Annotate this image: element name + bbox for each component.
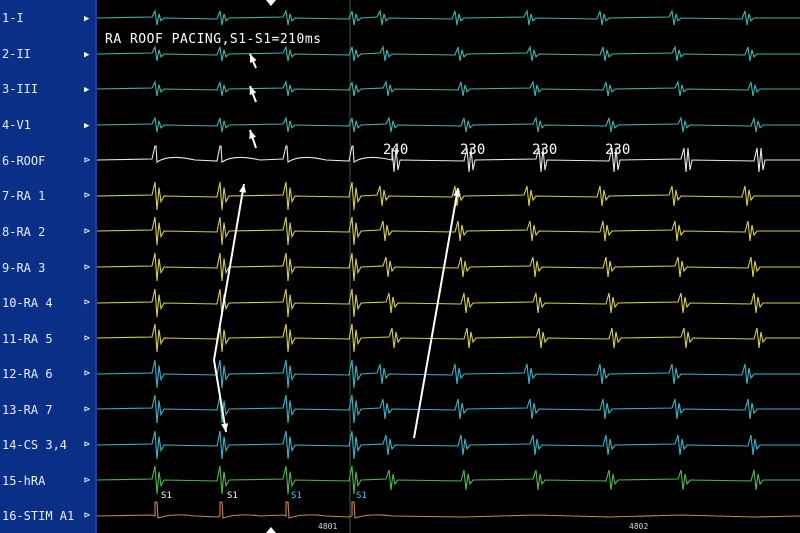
stim-label: S1 (356, 491, 367, 501)
stim-label: S1 (291, 491, 302, 501)
channel-label: 4-V1 (2, 118, 31, 132)
channel-waveform (97, 145, 800, 173)
channel-label: 3-III (2, 82, 39, 96)
channel-waveform (97, 430, 800, 460)
channel-waveform (97, 323, 800, 353)
channel-waveform (97, 181, 800, 211)
pointer-arrow-head (249, 130, 256, 139)
channel-waveform (97, 80, 800, 97)
channel-waveform (97, 465, 800, 495)
channel-label: 6-ROOF (2, 154, 46, 168)
channel-expand-icon[interactable]: ▶ (84, 120, 89, 132)
interval-label: 230 (460, 142, 486, 158)
channel-label: 2-II (2, 47, 31, 61)
channel-waveform (97, 116, 800, 133)
activation-arrow (213, 183, 245, 361)
channel-settings-icon[interactable]: ⊳ (84, 510, 90, 522)
channel-label: 16-STIM A1 (2, 509, 75, 523)
channel-label: 9-RA 3 (2, 261, 46, 275)
channel-label: 15-hRA (2, 474, 46, 488)
interval-label: 230 (605, 142, 631, 158)
channel-label: 1-I (2, 11, 24, 25)
channel-settings-icon[interactable]: ⊳ (84, 404, 90, 416)
ecg-trace-area (97, 0, 800, 533)
sweep-marker-top-icon[interactable] (266, 0, 276, 6)
interval-label: 230 (532, 142, 558, 158)
channel-settings-icon[interactable]: ⊳ (84, 333, 90, 345)
channel-settings-icon[interactable]: ⊳ (84, 475, 90, 487)
channel-settings-icon[interactable]: ⊳ (84, 190, 90, 202)
pacing-annotation: RA ROOF PACING,S1-S1=210ms (105, 32, 322, 47)
sweep-counter: 4802 (629, 522, 649, 531)
channel-label: 14-CS 3,4 (2, 438, 68, 452)
channel-waveform (97, 45, 800, 62)
channel-expand-icon[interactable]: ▶ (84, 84, 89, 96)
channel-settings-icon[interactable]: ⊳ (84, 368, 90, 380)
pointer-arrow-head (249, 86, 257, 95)
channel-settings-icon[interactable]: ⊳ (84, 297, 90, 309)
channel-label: 7-RA 1 (2, 189, 46, 203)
channel-waveform (97, 501, 800, 519)
channel-settings-icon[interactable]: ⊳ (84, 439, 90, 451)
activation-arrow (413, 187, 459, 439)
channel-waveform (97, 288, 800, 318)
sweep-marker-bottom-icon[interactable] (266, 527, 276, 533)
channel-waveform (97, 394, 800, 424)
activation-arrow-head (239, 184, 247, 193)
channel-sidebar: 1-I 2-II 3-III 4-V1 6-ROOF 7-RA 1 8-RA 2… (0, 0, 95, 533)
channel-expand-icon[interactable]: ▶ (84, 49, 89, 61)
channel-label: 10-RA 4 (2, 296, 53, 310)
channel-label: 13-RA 7 (2, 403, 53, 417)
channel-expand-icon[interactable]: ▶ (84, 13, 89, 25)
channel-label: 8-RA 2 (2, 225, 46, 239)
channel-waveform (97, 359, 800, 389)
activation-arrow-head (221, 423, 229, 432)
channel-settings-icon[interactable]: ⊳ (84, 262, 90, 274)
stim-label: S1 (161, 491, 172, 501)
stim-label: S1 (227, 491, 238, 501)
sweep-counter: 4801 (318, 522, 338, 531)
channel-label: 12-RA 6 (2, 367, 53, 381)
channel-settings-icon[interactable]: ⊳ (84, 226, 90, 238)
channel-waveform (97, 9, 800, 26)
channel-settings-icon[interactable]: ⊳ (84, 155, 90, 167)
channel-label: 11-RA 5 (2, 332, 53, 346)
channel-waveform (97, 252, 800, 282)
interval-label: 240 (383, 142, 409, 158)
